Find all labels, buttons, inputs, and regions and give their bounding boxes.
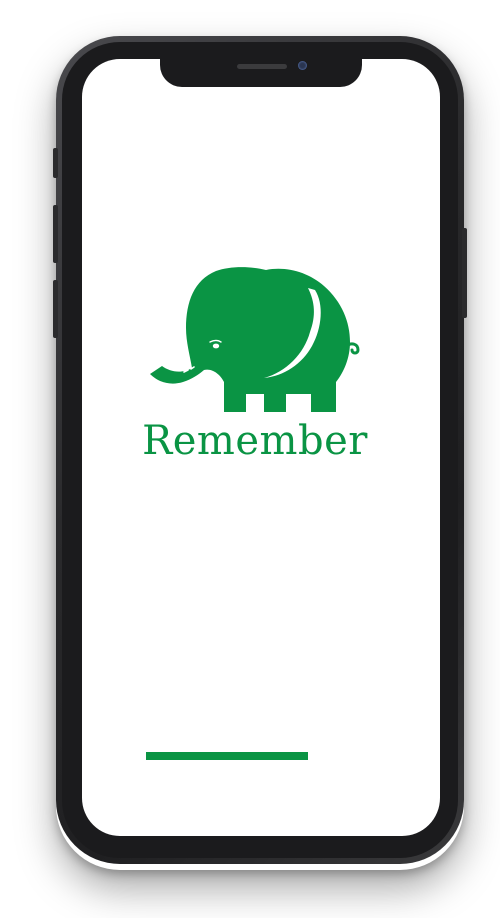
- speaker-grille: [237, 64, 287, 69]
- loading-progress-bar: [146, 752, 308, 760]
- notch: [160, 57, 362, 87]
- loading-progress-fill: [146, 752, 308, 760]
- volume-up-button: [53, 205, 58, 263]
- front-camera: [298, 61, 307, 70]
- elephant-icon: [150, 267, 360, 412]
- power-button: [462, 228, 467, 318]
- volume-down-button: [53, 280, 58, 338]
- app-name: Remember: [142, 418, 368, 464]
- silent-switch: [53, 148, 58, 178]
